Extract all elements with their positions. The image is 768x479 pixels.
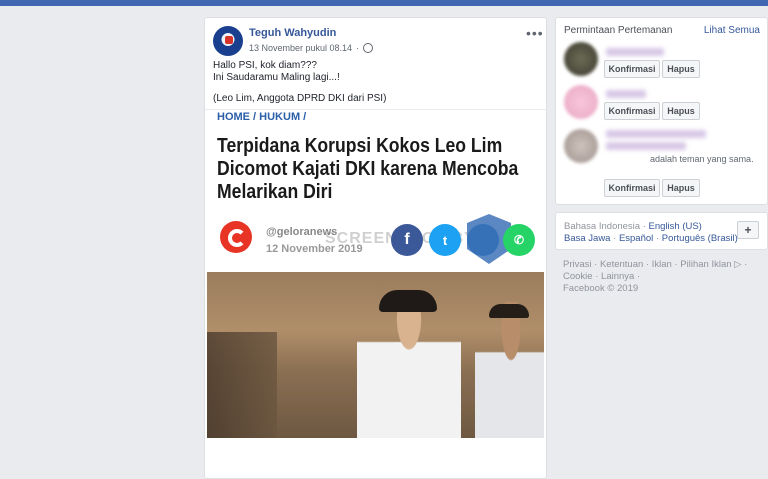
whatsapp-share-icon: ✆ xyxy=(503,224,535,256)
footer-link-iklan[interactable]: Iklan xyxy=(652,259,672,270)
language-link-espanol[interactable]: Español xyxy=(619,233,653,244)
divider xyxy=(205,109,546,110)
author-name[interactable]: Teguh Wahyudin xyxy=(249,27,336,39)
footer-link-privasi[interactable]: Privasi xyxy=(563,259,592,270)
post-text-line: (Leo Lim, Anggota DPRD DKI dari PSI) xyxy=(213,93,387,104)
feed-post: Teguh Wahyudin 13 November pukul 08.14 ·… xyxy=(204,17,547,479)
confirm-button[interactable]: Konfirmasi xyxy=(604,60,660,78)
confirm-button[interactable]: Konfirmasi xyxy=(604,102,660,120)
language-card: Bahasa Indonesia · English (US) Basa Jaw… xyxy=(555,212,768,250)
article-breadcrumb: HOME / HUKUM / xyxy=(217,111,307,123)
language-link-portugues[interactable]: Português (Brasil) xyxy=(662,233,738,244)
footer-link-ketentuan[interactable]: Ketentuan xyxy=(600,259,643,270)
request-avatar[interactable] xyxy=(564,42,598,76)
post-text-line: Hallo PSI, kok diam??? xyxy=(213,60,317,71)
delete-button[interactable]: Hapus xyxy=(662,179,700,197)
post-text: Hallo PSI, kok diam??? Ini Saudaramu Mal… xyxy=(213,60,543,105)
request-avatar[interactable] xyxy=(564,129,598,163)
footer: Privasi · Ketentuan · Iklan · Pilihan Ik… xyxy=(563,259,748,294)
current-language: Bahasa Indonesia xyxy=(564,221,641,232)
language-link-english[interactable]: English (US) xyxy=(649,221,702,232)
ad-choices-icon: ▷ xyxy=(734,259,742,270)
post-timestamp[interactable]: 13 November pukul 08.14 xyxy=(249,43,352,53)
twitter-share-icon: t xyxy=(429,224,461,256)
post-meta: 13 November pukul 08.14 · xyxy=(249,43,374,53)
request-name-blurred[interactable] xyxy=(606,48,664,56)
request-name-blurred[interactable] xyxy=(606,90,646,98)
friend-requests-card: Permintaan Pertemanan Lihat Semua Konfir… xyxy=(555,17,768,205)
footer-link-pilihan-iklan[interactable]: Pilihan Iklan xyxy=(680,259,731,270)
gelora-logo-icon xyxy=(220,221,252,253)
see-all-link[interactable]: Lihat Semua xyxy=(704,25,760,36)
facebook-share-icon: f xyxy=(391,224,423,256)
post-text-line: Ini Saudaramu Maling lagi...! xyxy=(213,72,340,83)
delete-button[interactable]: Hapus xyxy=(662,102,700,120)
request-name-blurred[interactable] xyxy=(606,130,706,138)
friend-requests-title: Permintaan Pertemanan xyxy=(564,25,673,36)
footer-link-lainnya[interactable]: Lainnya xyxy=(601,271,634,282)
photo-person-right xyxy=(475,302,544,438)
post-options-button[interactable]: ••• xyxy=(526,25,544,41)
request-name-blurred xyxy=(606,142,686,150)
article-headline: Terpidana Korupsi Kokos Leo Lim Dicomot … xyxy=(217,135,519,203)
article-photo[interactable] xyxy=(207,272,544,438)
language-link-jawa[interactable]: Basa Jawa xyxy=(564,233,610,244)
add-language-button[interactable]: + xyxy=(737,221,759,239)
mutual-friends-text: adalah teman yang sama. xyxy=(650,154,754,164)
footer-link-cookie[interactable]: Cookie xyxy=(563,271,593,282)
globe-icon xyxy=(363,43,374,53)
delete-button[interactable]: Hapus xyxy=(662,60,700,78)
top-bar xyxy=(0,0,768,6)
copyright: Facebook © 2019 xyxy=(563,283,639,294)
confirm-button[interactable]: Konfirmasi xyxy=(604,179,660,197)
request-avatar[interactable] xyxy=(564,85,598,119)
author-avatar[interactable] xyxy=(213,26,243,56)
photo-person-main xyxy=(357,290,461,438)
photo-background-figure xyxy=(207,332,277,438)
